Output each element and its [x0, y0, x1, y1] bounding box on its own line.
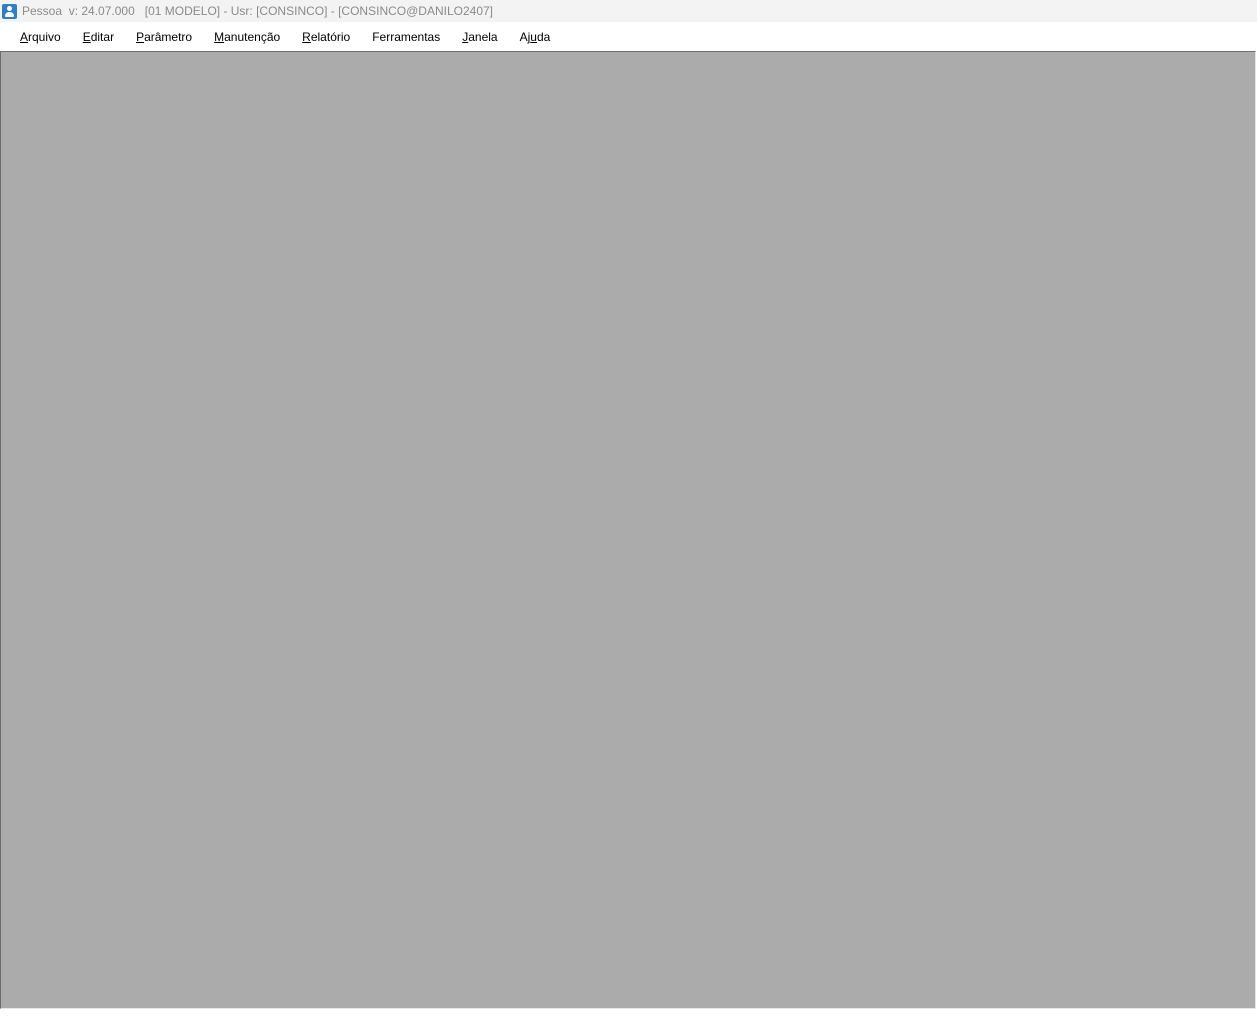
- menu-arquivo[interactable]: Arquivo: [9, 27, 72, 47]
- menu-parametro[interactable]: Parâmetro: [125, 27, 203, 47]
- window-title: Pessoa v: 24.07.000 [01 MODELO] - Usr: […: [22, 4, 493, 18]
- title-bar[interactable]: Pessoa v: 24.07.000 [01 MODELO] - Usr: […: [0, 0, 1257, 22]
- menu-janela[interactable]: Janela: [451, 27, 508, 47]
- person-icon[interactable]: [2, 3, 17, 19]
- menu-relatorio[interactable]: Relatório: [291, 27, 361, 47]
- application-window: Pessoa v: 24.07.000 [01 MODELO] - Usr: […: [0, 0, 1257, 1029]
- menu-ajuda[interactable]: Ajuda: [509, 27, 562, 47]
- mdi-workspace[interactable]: [0, 51, 1256, 1009]
- menu-manutencao[interactable]: Manutenção: [203, 27, 291, 47]
- menu-editar[interactable]: Editar: [72, 27, 125, 47]
- window-bottom-edge: [0, 1010, 1257, 1029]
- menu-ferramentas[interactable]: Ferramentas: [361, 27, 451, 47]
- menu-bar: Arquivo Editar Parâmetro Manutenção Rela…: [0, 22, 1257, 51]
